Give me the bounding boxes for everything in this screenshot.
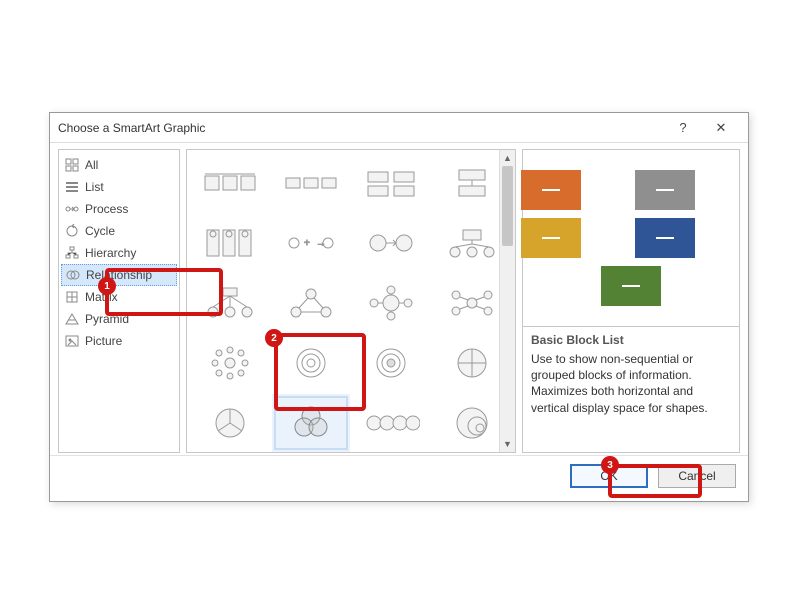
category-label: Hierarchy bbox=[85, 246, 136, 260]
layout-thumb[interactable] bbox=[352, 154, 431, 212]
category-cycle[interactable]: Cycle bbox=[61, 220, 177, 242]
category-label: Matrix bbox=[85, 290, 118, 304]
category-list: All List Process Cycle Hierarchy Relatio… bbox=[58, 149, 180, 453]
picture-icon bbox=[65, 334, 79, 348]
category-matrix[interactable]: Matrix bbox=[61, 286, 177, 308]
gallery-scrollbar[interactable]: ▲ ▼ bbox=[499, 150, 515, 452]
layout-thumb[interactable] bbox=[352, 394, 431, 452]
layout-thumb[interactable] bbox=[272, 154, 351, 212]
layout-thumb[interactable] bbox=[352, 214, 431, 272]
layout-thumb[interactable] bbox=[191, 214, 270, 272]
layout-thumb[interactable] bbox=[191, 394, 270, 452]
preview-block-yellow bbox=[521, 218, 581, 258]
preview-title: Basic Block List bbox=[531, 333, 731, 347]
category-label: List bbox=[85, 180, 104, 194]
layout-thumb[interactable] bbox=[272, 274, 351, 332]
category-hierarchy[interactable]: Hierarchy bbox=[61, 242, 177, 264]
svg-text:→: → bbox=[316, 238, 326, 249]
dialog-footer: OK Cancel bbox=[50, 455, 748, 495]
cancel-button[interactable]: Cancel bbox=[658, 464, 736, 488]
hierarchy-icon bbox=[65, 246, 79, 260]
scrollbar-thumb[interactable] bbox=[502, 166, 513, 246]
scroll-down-arrow-icon[interactable]: ▼ bbox=[500, 436, 515, 452]
preview-block-gray bbox=[635, 170, 695, 210]
layout-gallery: +→ bbox=[186, 149, 516, 453]
category-pyramid[interactable]: Pyramid bbox=[61, 308, 177, 330]
preview-body: Use to show non-sequential or grouped bl… bbox=[531, 351, 731, 416]
layout-thumb[interactable] bbox=[191, 154, 270, 212]
category-label: Relationship bbox=[86, 268, 152, 282]
titlebar: Choose a SmartArt Graphic ? ✕ bbox=[50, 113, 748, 143]
matrix-icon bbox=[65, 290, 79, 304]
cycle-icon bbox=[65, 224, 79, 238]
layout-thumb-basic-venn[interactable] bbox=[272, 394, 351, 452]
ok-button[interactable]: OK bbox=[570, 464, 648, 488]
svg-text:+: + bbox=[304, 238, 310, 249]
layout-thumb[interactable] bbox=[272, 334, 351, 392]
layout-thumb[interactable] bbox=[191, 274, 270, 332]
preview-block-green bbox=[601, 266, 661, 306]
preview-block-blue bbox=[635, 218, 695, 258]
category-label: Pyramid bbox=[85, 312, 129, 326]
relationship-icon bbox=[66, 268, 80, 282]
preview-pane: Basic Block List Use to show non-sequent… bbox=[522, 149, 740, 453]
layout-thumb[interactable] bbox=[352, 334, 431, 392]
close-button[interactable]: ✕ bbox=[702, 114, 740, 142]
list-icon bbox=[65, 180, 79, 194]
category-list-item[interactable]: List bbox=[61, 176, 177, 198]
category-label: Process bbox=[85, 202, 128, 216]
layout-thumb[interactable]: +→ bbox=[272, 214, 351, 272]
preview-image bbox=[522, 149, 740, 327]
scroll-up-arrow-icon[interactable]: ▲ bbox=[500, 150, 515, 166]
category-label: Cycle bbox=[85, 224, 115, 238]
preview-description: Basic Block List Use to show non-sequent… bbox=[522, 327, 740, 453]
dialog-title: Choose a SmartArt Graphic bbox=[58, 121, 664, 135]
all-icon bbox=[65, 158, 79, 172]
category-all[interactable]: All bbox=[61, 154, 177, 176]
category-process[interactable]: Process bbox=[61, 198, 177, 220]
category-label: Picture bbox=[85, 334, 122, 348]
pyramid-icon bbox=[65, 312, 79, 326]
process-icon bbox=[65, 202, 79, 216]
layout-thumb[interactable] bbox=[191, 334, 270, 392]
category-label: All bbox=[85, 158, 98, 172]
category-picture[interactable]: Picture bbox=[61, 330, 177, 352]
help-button[interactable]: ? bbox=[664, 114, 702, 142]
category-relationship[interactable]: Relationship bbox=[61, 264, 177, 286]
preview-block-orange bbox=[521, 170, 581, 210]
smartart-dialog: Choose a SmartArt Graphic ? ✕ All List P… bbox=[49, 112, 749, 502]
layout-thumb[interactable] bbox=[352, 274, 431, 332]
